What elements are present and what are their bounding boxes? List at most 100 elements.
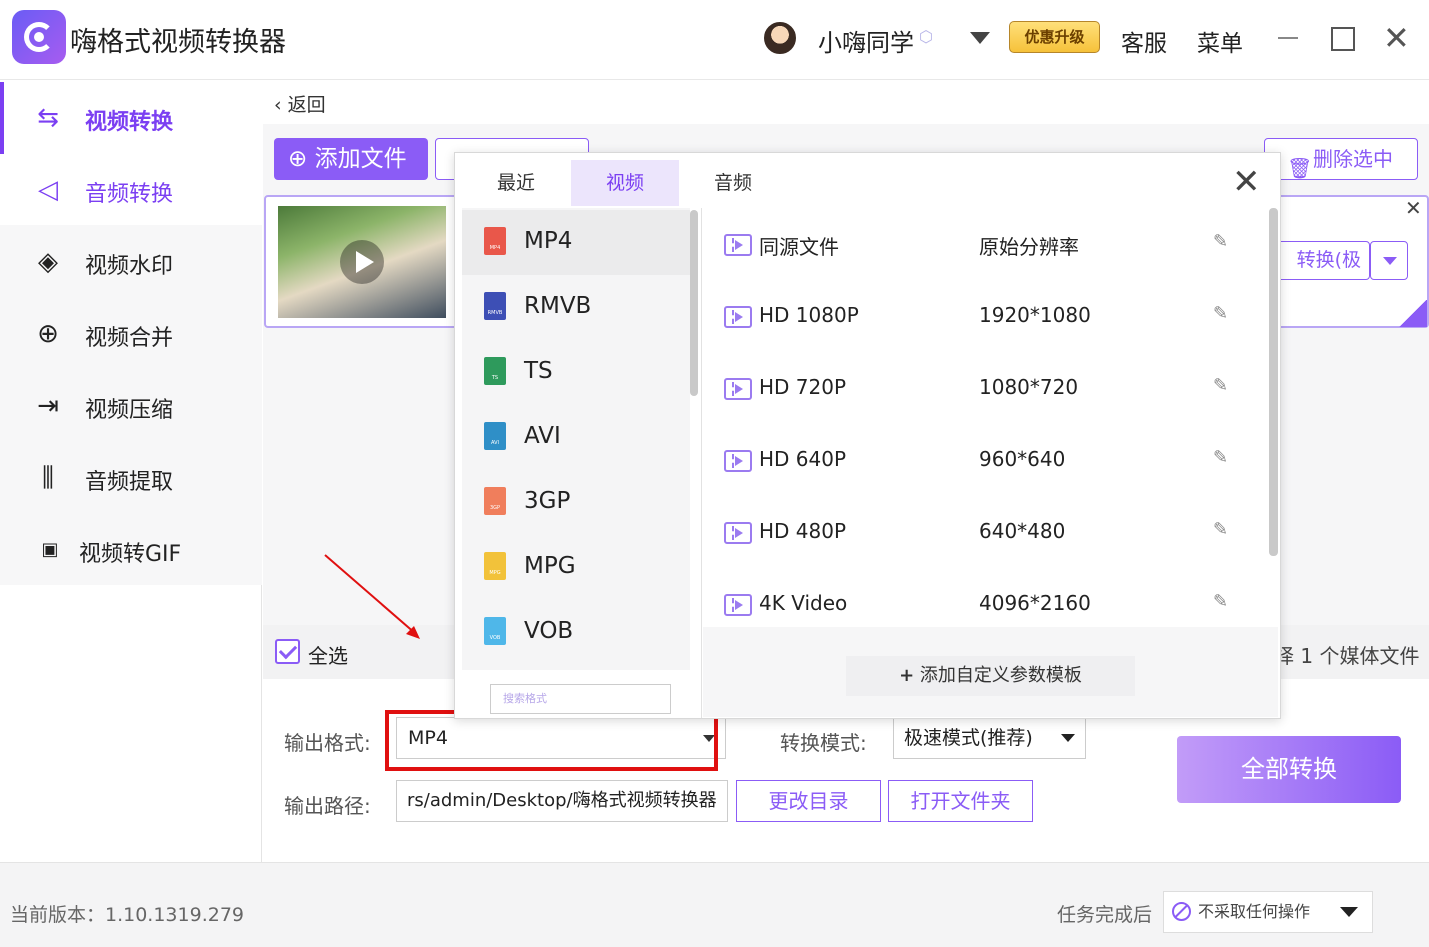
after-task-value: 不采取任何操作 bbox=[1198, 902, 1311, 921]
compress-icon: ⇥ bbox=[37, 391, 59, 421]
file-rmvb-icon: RMVB bbox=[484, 292, 506, 320]
sidebar-item-label: 音频提取 bbox=[85, 470, 174, 495]
sidebar-item-audio-convert[interactable]: ◁ 音频转换 bbox=[0, 154, 262, 226]
change-directory-button[interactable]: 更改目录 bbox=[736, 780, 881, 822]
convert-button[interactable]: 转换(极速) bbox=[1270, 241, 1370, 280]
video-file-icon bbox=[724, 522, 752, 544]
customer-service-button[interactable]: 客服 bbox=[1121, 24, 1167, 58]
upgrade-button[interactable]: 优惠升级 bbox=[1009, 21, 1100, 53]
format-item-vob[interactable]: VOB VOB bbox=[462, 600, 690, 665]
after-task-label: 任务完成后 bbox=[1057, 904, 1153, 926]
watermark-icon: ◈ bbox=[38, 247, 58, 277]
plus-icon: + bbox=[899, 665, 915, 686]
preset-resolution: 原始分辨率 bbox=[979, 235, 1079, 259]
preset-row[interactable]: HD 480P 640*480 ✎ bbox=[703, 497, 1267, 569]
audio-convert-icon: ◁ bbox=[38, 175, 58, 205]
chevron-down-icon bbox=[1061, 734, 1075, 742]
select-all-checkbox[interactable] bbox=[275, 639, 300, 664]
edit-icon[interactable]: ✎ bbox=[1213, 591, 1228, 612]
remove-file-icon[interactable]: ✕ bbox=[1405, 196, 1422, 220]
preset-resolution: 4096*2160 bbox=[979, 591, 1091, 615]
format-item-avi[interactable]: AVI AVI bbox=[462, 405, 690, 470]
sidebar-item-label: 视频转GIF bbox=[79, 542, 182, 567]
audio-extract-icon: ⫼ bbox=[42, 463, 54, 493]
back-label: 返回 bbox=[287, 94, 326, 116]
selected-check-icon bbox=[1398, 300, 1427, 327]
convert-mode-select[interactable]: 极速模式(推荐) bbox=[893, 717, 1086, 759]
format-search-input[interactable]: 搜索格式 bbox=[490, 684, 671, 714]
preset-name: 同源文件 bbox=[759, 235, 839, 259]
preset-row[interactable]: 同源文件 原始分辨率 ✎ bbox=[703, 209, 1267, 281]
tab-video[interactable]: 视频 bbox=[571, 160, 679, 206]
after-task-select[interactable]: 不采取任何操作 bbox=[1163, 891, 1373, 933]
format-label: AVI bbox=[524, 423, 561, 449]
menu-button[interactable]: 菜单 bbox=[1197, 24, 1243, 58]
preset-row[interactable]: HD 1080P 1920*1080 ✎ bbox=[703, 281, 1267, 353]
file-ts-icon: TS bbox=[484, 357, 506, 385]
format-item-ts[interactable]: TS TS bbox=[462, 340, 690, 405]
output-path-field[interactable]: rs/admin/Desktop/嗨格式视频转换器 bbox=[396, 780, 728, 822]
back-button[interactable]: ‹ 返回 bbox=[274, 90, 326, 117]
close-popup-icon[interactable]: ✕ bbox=[1232, 160, 1261, 204]
edit-icon[interactable]: ✎ bbox=[1213, 447, 1228, 468]
edit-icon[interactable]: ✎ bbox=[1213, 519, 1228, 540]
app-title: 嗨格式视频转换器 bbox=[70, 27, 286, 58]
maximize-icon[interactable] bbox=[1331, 27, 1355, 51]
minimize-icon[interactable] bbox=[1278, 37, 1298, 39]
preset-name: HD 1080P bbox=[759, 303, 859, 327]
delete-selected-button[interactable]: 🗑 删除选中 bbox=[1264, 138, 1418, 180]
close-window-icon[interactable]: ✕ bbox=[1383, 22, 1410, 54]
preset-resolution: 1920*1080 bbox=[979, 303, 1091, 327]
preset-row[interactable]: HD 640P 960*640 ✎ bbox=[703, 425, 1267, 497]
video-file-icon bbox=[724, 234, 752, 256]
format-label: MP4 bbox=[524, 228, 573, 254]
merge-icon: ⊕ bbox=[37, 319, 59, 349]
output-path-label: 输出路径: bbox=[284, 794, 371, 818]
edit-icon[interactable]: ✎ bbox=[1213, 231, 1228, 252]
format-label: RMVB bbox=[524, 293, 592, 319]
add-file-label: 添加文件 bbox=[314, 146, 407, 172]
format-label: 3GP bbox=[524, 488, 571, 514]
video-thumbnail[interactable] bbox=[278, 206, 446, 318]
sidebar-item-video-convert[interactable]: ⇆ 视频转换 bbox=[0, 82, 262, 154]
preset-row[interactable]: HD 720P 1080*720 ✎ bbox=[703, 353, 1267, 425]
open-folder-button[interactable]: 打开文件夹 bbox=[888, 780, 1033, 822]
add-custom-template-button[interactable]: + 添加自定义参数模板 bbox=[846, 656, 1135, 696]
vip-badge-icon: ⬡ bbox=[919, 27, 933, 46]
sidebar-item-gif[interactable]: ▣ 视频转GIF bbox=[0, 514, 262, 586]
avatar[interactable] bbox=[762, 20, 798, 56]
delete-selected-label: 删除选中 bbox=[1313, 147, 1393, 171]
convert-all-button[interactable]: 全部转换 bbox=[1177, 736, 1401, 803]
file-count-text: 择 1 个媒体文件 bbox=[1274, 644, 1420, 668]
add-template-label: 添加自定义参数模板 bbox=[919, 665, 1082, 686]
edit-icon[interactable]: ✎ bbox=[1213, 303, 1228, 324]
format-item-rmvb[interactable]: RMVB RMVB bbox=[462, 275, 690, 340]
format-list-scrollbar[interactable] bbox=[690, 210, 698, 396]
tab-recent[interactable]: 最近 bbox=[462, 160, 570, 206]
add-file-button[interactable]: ⊕ 添加文件 bbox=[274, 138, 428, 180]
edit-icon[interactable]: ✎ bbox=[1213, 375, 1228, 396]
tab-audio[interactable]: 音频 bbox=[679, 160, 787, 206]
user-dropdown-icon[interactable] bbox=[970, 32, 990, 44]
sidebar-item-audio-extract[interactable]: ⫼ 音频提取 bbox=[0, 442, 262, 514]
convert-mode-label: 转换模式: bbox=[780, 731, 867, 755]
app-logo-icon bbox=[12, 10, 66, 64]
preset-resolution: 960*640 bbox=[979, 447, 1066, 471]
sidebar-item-merge[interactable]: ⊕ 视频合并 bbox=[0, 298, 262, 370]
format-item-mpg[interactable]: MPG MPG bbox=[462, 535, 690, 600]
format-item-mp4[interactable]: MP4 MP4 bbox=[462, 210, 690, 275]
sidebar-item-label: 视频转换 bbox=[85, 110, 174, 135]
user-name[interactable]: 小嗨同学 bbox=[818, 23, 914, 58]
sidebar-item-watermark[interactable]: ◈ 视频水印 bbox=[0, 226, 262, 298]
sidebar-item-compress[interactable]: ⇥ 视频压缩 bbox=[0, 370, 262, 442]
sidebar-item-label: 音频转换 bbox=[85, 182, 174, 207]
preset-resolution: 1080*720 bbox=[979, 375, 1079, 399]
convert-dropdown-icon[interactable] bbox=[1370, 241, 1408, 280]
preset-list-scrollbar[interactable] bbox=[1269, 208, 1278, 556]
popup-divider bbox=[701, 208, 702, 718]
preset-name: HD 640P bbox=[759, 447, 847, 471]
format-item-3gp[interactable]: 3GP 3GP bbox=[462, 470, 690, 535]
play-icon[interactable] bbox=[340, 240, 384, 284]
annotation-arrow bbox=[324, 554, 420, 639]
file-3gp-icon: 3GP bbox=[484, 487, 506, 515]
